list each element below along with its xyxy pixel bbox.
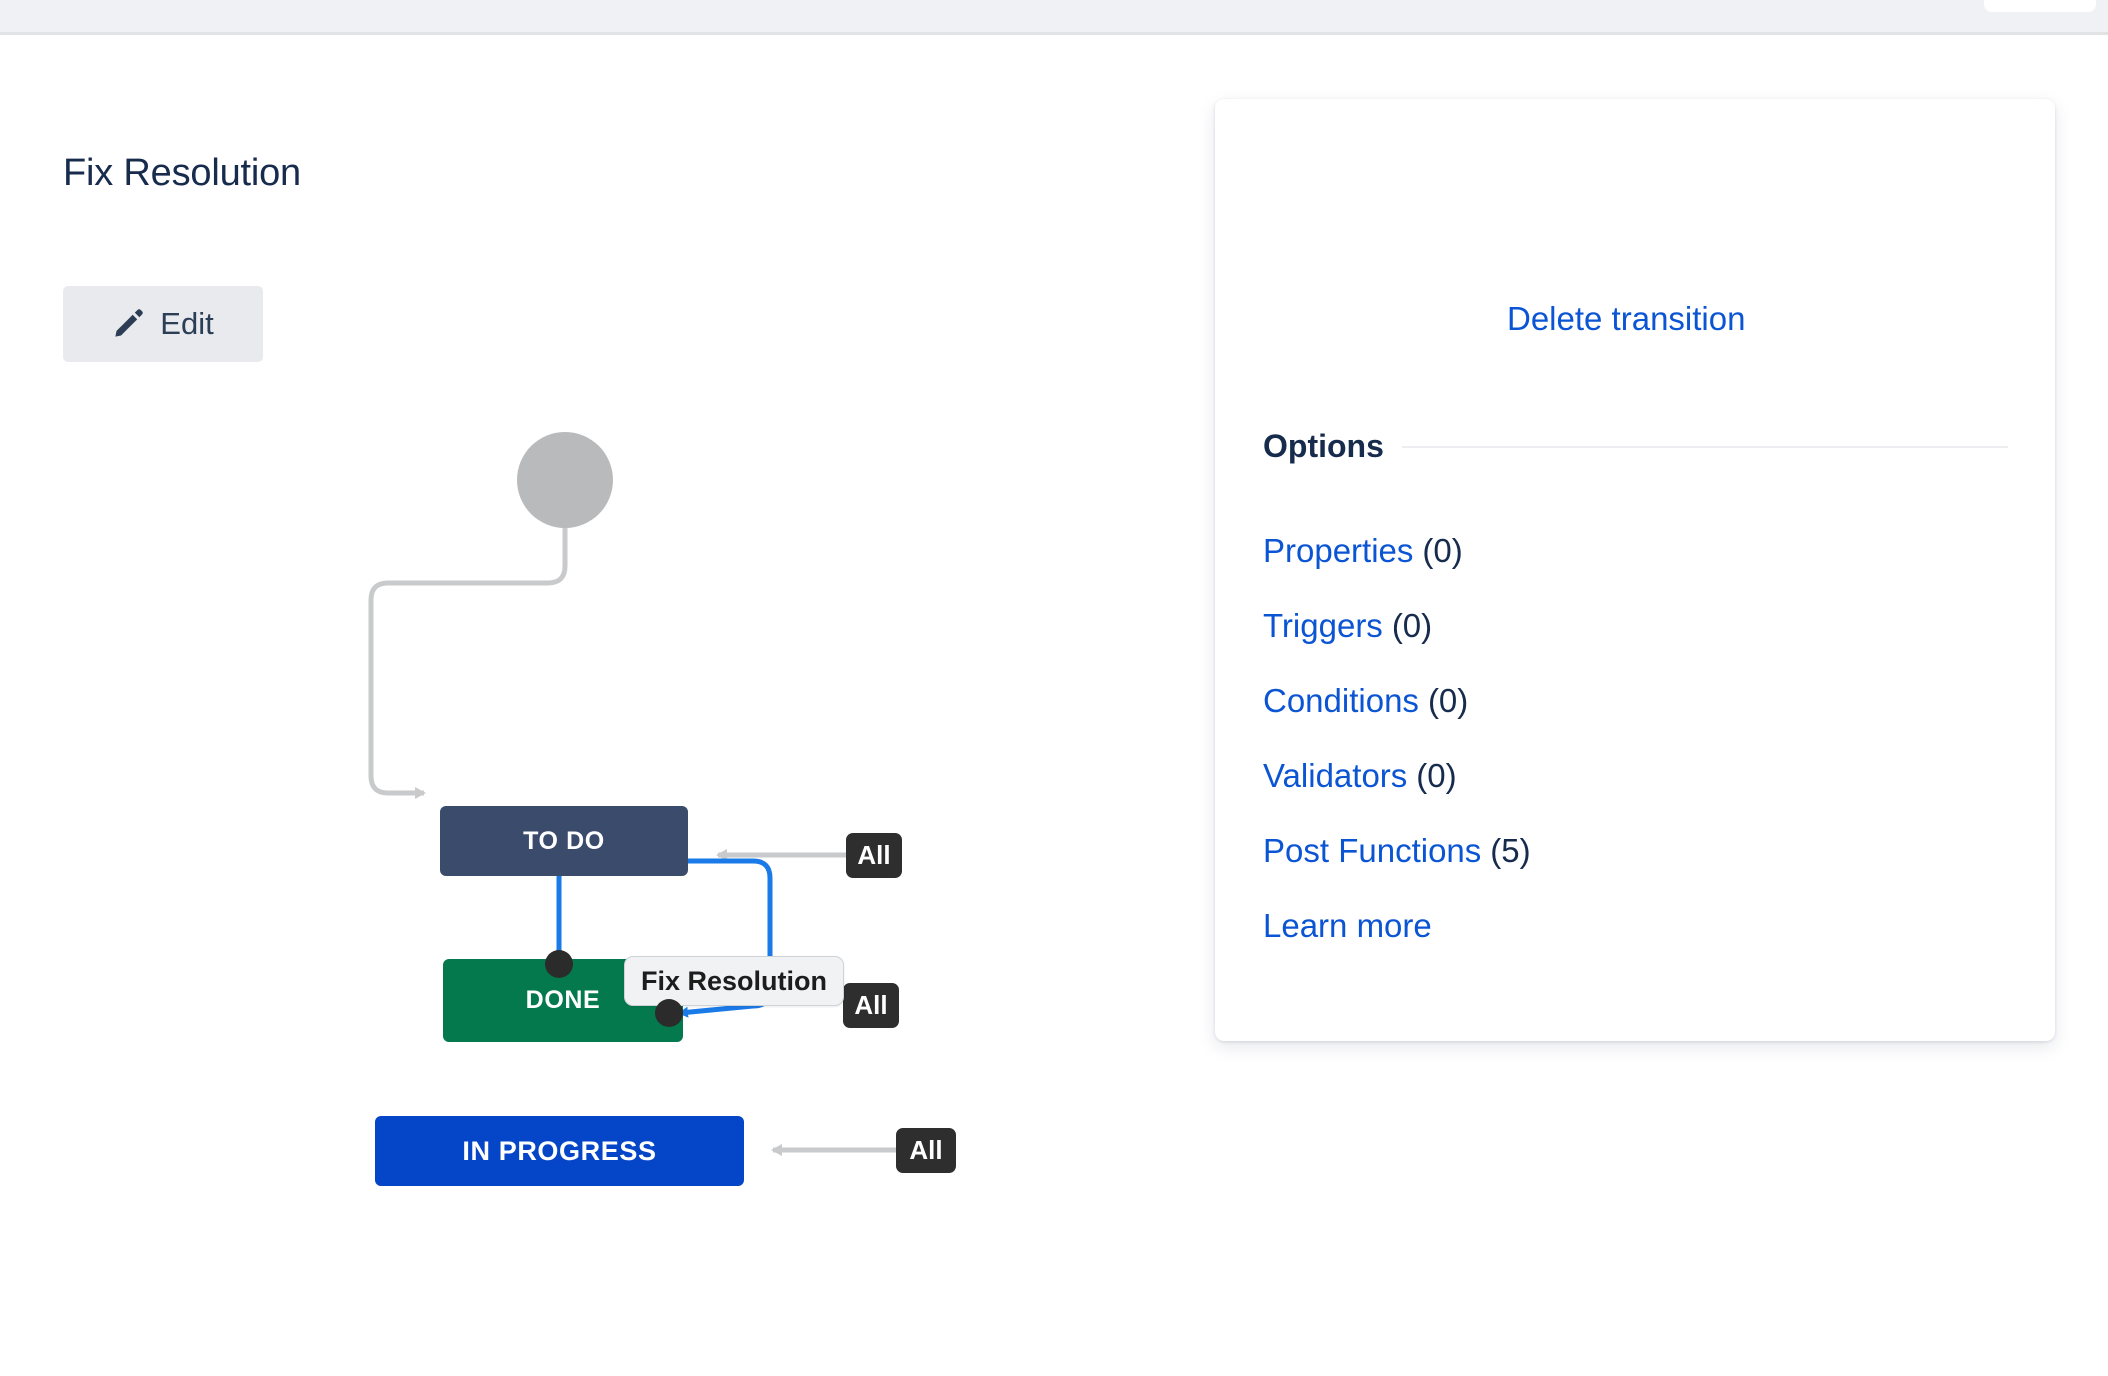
node-label: DONE <box>525 986 601 1014</box>
option-item-conditions: Conditions (0) <box>1263 663 1531 738</box>
option-link-post-functions[interactable]: Post Functions <box>1263 832 1481 870</box>
option-link-properties[interactable]: Properties <box>1263 532 1413 570</box>
delete-transition-link[interactable]: Delete transition <box>1507 300 1745 338</box>
option-item-triggers: Triggers (0) <box>1263 588 1531 663</box>
edge-endpoint-target[interactable] <box>655 999 683 1027</box>
option-link-conditions[interactable]: Conditions <box>1263 682 1419 720</box>
workflow-diagram-canvas[interactable]: TO DO DONE IN PROGRESS All All All Fix R… <box>0 38 1210 1376</box>
option-link-learn-more[interactable]: Learn more <box>1263 907 1432 945</box>
option-item-validators: Validators (0) <box>1263 738 1531 813</box>
option-count-triggers: (0) <box>1391 606 1433 644</box>
workflow-node-todo[interactable]: TO DO <box>440 806 688 876</box>
option-item-learn-more: Learn more <box>1263 888 1531 963</box>
app-top-strip <box>0 0 2108 35</box>
option-count-post-functions: (5) <box>1490 831 1531 869</box>
option-item-post-functions: Post Functions (5) <box>1263 813 1531 888</box>
panel-title: Fix Resolution <box>63 152 301 194</box>
pencil-icon <box>112 306 146 343</box>
options-divider <box>1401 445 2008 448</box>
condition-badge-all-todo[interactable]: All <box>846 833 902 878</box>
edit-button[interactable]: Edit <box>63 286 263 362</box>
node-label: TO DO <box>523 826 605 855</box>
option-link-validators[interactable]: Validators <box>1263 757 1407 795</box>
node-label: IN PROGRESS <box>462 1135 657 1166</box>
option-count-conditions: (0) <box>1427 681 1469 719</box>
workflow-node-in-progress[interactable]: IN PROGRESS <box>375 1116 744 1186</box>
condition-badge-all-fix-resolution[interactable]: All <box>843 983 899 1028</box>
option-count-properties: (0) <box>1422 531 1463 569</box>
edge-endpoint-source[interactable] <box>545 950 573 978</box>
option-link-triggers[interactable]: Triggers <box>1263 607 1383 645</box>
options-list: Properties (0) Triggers (0) Conditions (… <box>1263 513 1531 963</box>
top-right-chip[interactable] <box>1984 0 2096 12</box>
options-section-header: Options <box>1263 428 2008 465</box>
option-item-properties: Properties (0) <box>1263 513 1531 588</box>
option-count-validators: (0) <box>1416 756 1457 794</box>
options-heading: Options <box>1263 428 1384 464</box>
edit-button-label: Edit <box>160 306 214 341</box>
transition-label-fix-resolution[interactable]: Fix Resolution <box>624 956 845 1006</box>
condition-badge-all-in-progress[interactable]: All <box>896 1128 956 1173</box>
